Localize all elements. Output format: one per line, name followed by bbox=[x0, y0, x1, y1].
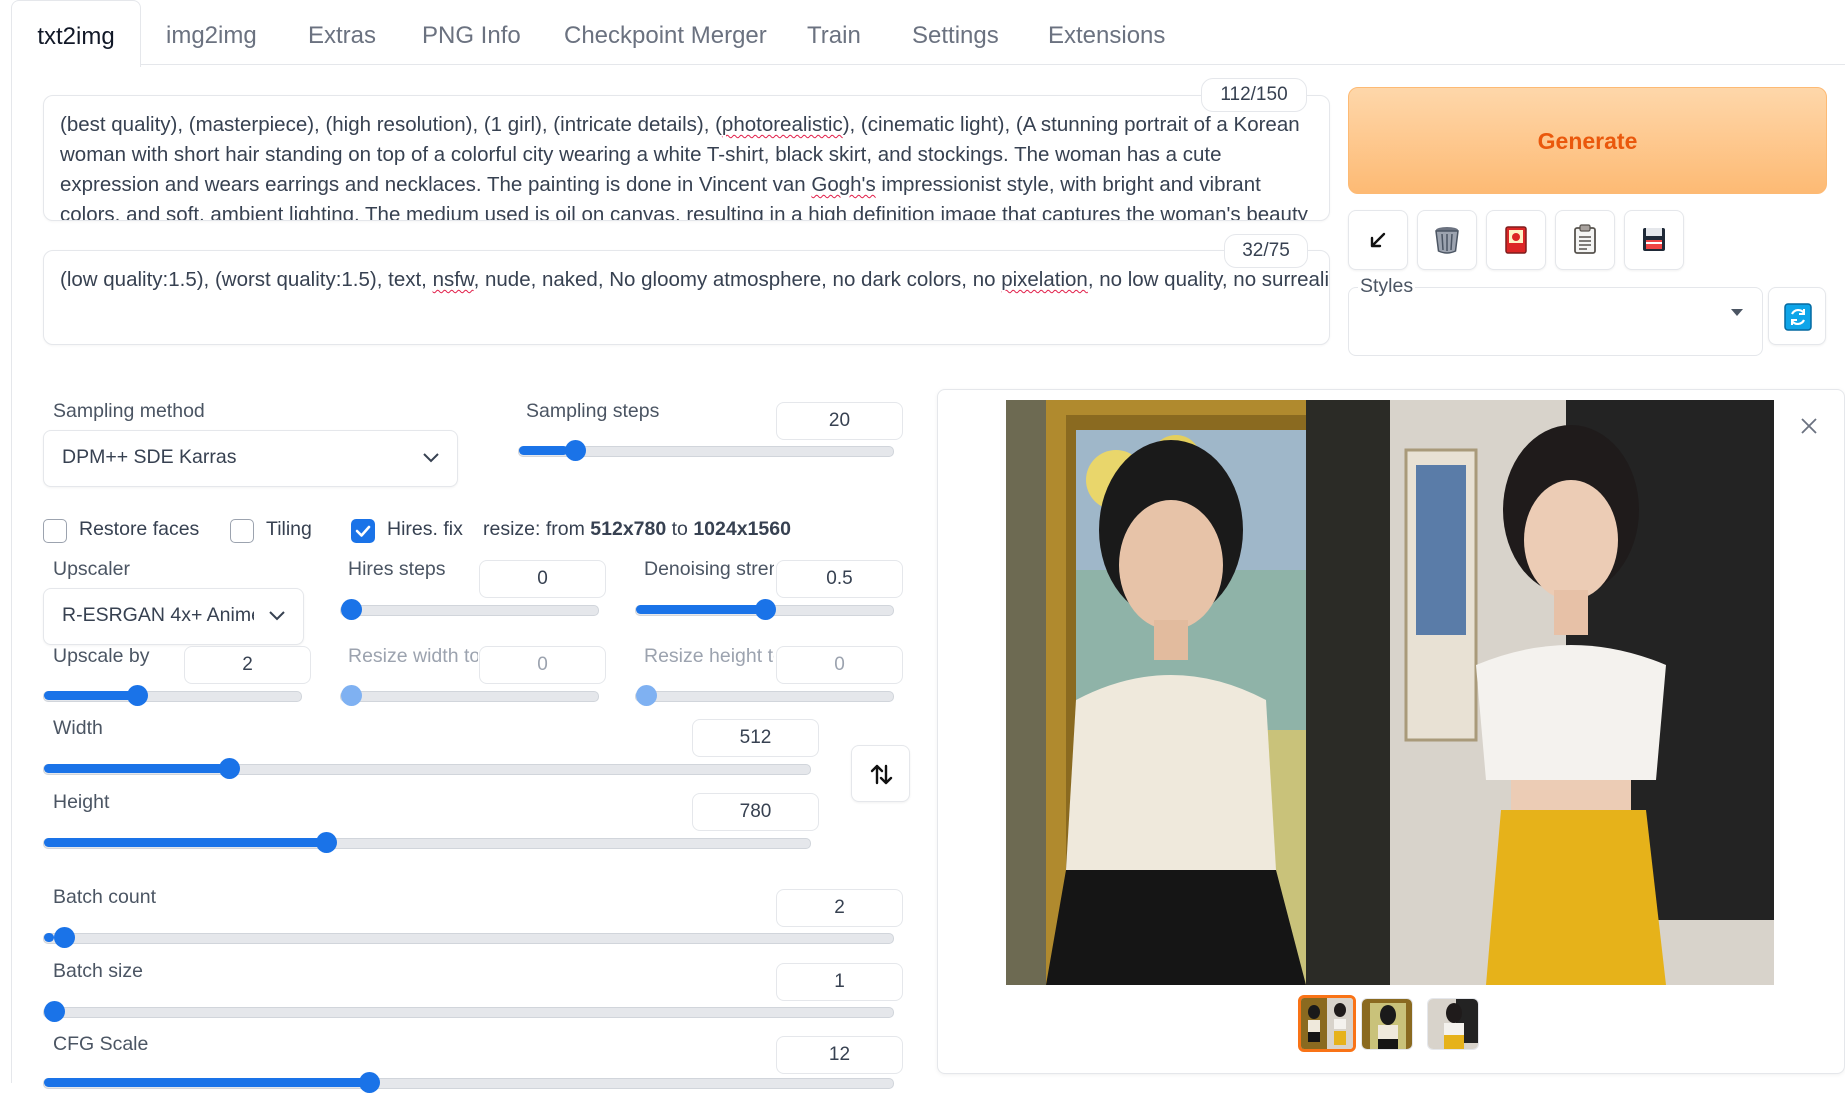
floppy-disk-icon bbox=[1643, 228, 1665, 251]
sampling-steps-slider[interactable] bbox=[518, 440, 894, 461]
sampling-steps-input[interactable]: 20 bbox=[776, 402, 903, 440]
restore-faces-label: Restore faces bbox=[79, 518, 200, 540]
tab-checkpoint-merger[interactable]: Checkpoint Merger bbox=[564, 0, 767, 66]
panel-border bbox=[11, 64, 12, 1083]
gallery-thumbnail[interactable] bbox=[1361, 998, 1413, 1050]
clear-prompt-button[interactable] bbox=[1417, 210, 1477, 270]
resize-height-label: Resize height to bbox=[644, 645, 774, 667]
width-input[interactable]: 512 bbox=[692, 719, 819, 757]
batch-size-label: Batch size bbox=[53, 960, 143, 982]
save-style-button[interactable] bbox=[1624, 210, 1684, 270]
denoising-strength-slider[interactable] bbox=[635, 599, 894, 620]
tiling-label: Tiling bbox=[266, 518, 312, 540]
tab-train[interactable]: Train bbox=[807, 0, 861, 66]
negative-token-counter: 32/75 bbox=[1224, 234, 1308, 268]
prompt-token-counter: 112/150 bbox=[1201, 78, 1307, 112]
clipboard-icon bbox=[1574, 224, 1596, 254]
batch-size-slider[interactable] bbox=[43, 1001, 894, 1022]
thumbnail-image bbox=[1301, 998, 1353, 1049]
negative-prompt-text: (low quality:1.5), (worst quality:1.5), … bbox=[60, 268, 1330, 291]
tab-extras[interactable]: Extras bbox=[308, 0, 376, 66]
height-slider[interactable] bbox=[43, 832, 811, 853]
generated-grid-image bbox=[1006, 400, 1774, 985]
chevron-down-icon bbox=[423, 453, 439, 463]
gallery-thumbnail[interactable] bbox=[1298, 995, 1356, 1052]
resize-height-slider[interactable] bbox=[635, 685, 894, 706]
resize-info: resize: from 512x780 to 1024x1560 bbox=[483, 518, 791, 540]
upscaler-value: R-ESRGAN 4x+ Anime bbox=[62, 604, 254, 626]
refresh-styles-button[interactable] bbox=[1768, 287, 1826, 345]
prompt-input[interactable]: (best quality), (masterpiece), (high res… bbox=[43, 95, 1330, 221]
refresh-icon bbox=[1784, 303, 1812, 331]
tab-settings[interactable]: Settings bbox=[912, 0, 999, 66]
card-icon bbox=[1505, 226, 1527, 254]
tab-png-info[interactable]: PNG Info bbox=[422, 0, 521, 66]
tab-extensions[interactable]: Extensions bbox=[1048, 0, 1165, 66]
arrow-icon bbox=[1370, 232, 1386, 248]
sampling-method-dropdown[interactable]: DPM++ SDE Karras bbox=[43, 430, 458, 487]
close-icon[interactable] bbox=[1797, 414, 1821, 438]
cfg-scale-input[interactable]: 12 bbox=[776, 1036, 903, 1074]
trash-icon bbox=[1435, 227, 1459, 254]
denoising-strength-label: Denoising strength bbox=[644, 558, 774, 580]
tiling-checkbox[interactable] bbox=[230, 519, 254, 543]
resize-height-input[interactable]: 0 bbox=[776, 646, 903, 684]
sampling-method-value: DPM++ SDE Karras bbox=[62, 446, 237, 468]
swap-dimensions-button[interactable] bbox=[851, 745, 910, 802]
hires-fix-label: Hires. fix bbox=[387, 518, 463, 540]
chevron-down-icon bbox=[1731, 309, 1743, 316]
width-slider[interactable] bbox=[43, 758, 811, 779]
batch-count-input[interactable]: 2 bbox=[776, 889, 903, 927]
swap-icon bbox=[870, 764, 893, 785]
denoising-strength-input[interactable]: 0.5 bbox=[776, 560, 903, 598]
generate-button[interactable]: Generate bbox=[1348, 87, 1827, 194]
read-params-button[interactable] bbox=[1348, 210, 1408, 270]
upscaler-dropdown[interactable]: R-ESRGAN 4x+ Anime bbox=[43, 588, 304, 645]
batch-count-label: Batch count bbox=[53, 886, 156, 908]
upscale-by-slider[interactable] bbox=[43, 685, 302, 706]
height-input[interactable]: 780 bbox=[692, 793, 819, 831]
sampling-steps-label: Sampling steps bbox=[526, 400, 660, 422]
extra-networks-button[interactable] bbox=[1486, 210, 1546, 270]
resize-width-slider[interactable] bbox=[340, 685, 599, 706]
hires-steps-input[interactable]: 0 bbox=[479, 560, 606, 598]
cfg-scale-slider[interactable] bbox=[43, 1072, 894, 1093]
hires-fix-checkbox[interactable] bbox=[351, 519, 375, 543]
thumbnail-image bbox=[1362, 999, 1412, 1049]
height-label: Height bbox=[53, 791, 110, 813]
restore-faces-checkbox[interactable] bbox=[43, 519, 67, 543]
sampling-method-label: Sampling method bbox=[53, 400, 205, 422]
prompt-text: (best quality), (masterpiece), (high res… bbox=[60, 113, 1308, 221]
resize-width-label: Resize width to bbox=[348, 645, 478, 667]
thumbnail-image bbox=[1428, 999, 1478, 1049]
gallery-thumbnail[interactable] bbox=[1427, 998, 1479, 1050]
tab-img2img[interactable]: img2img bbox=[166, 0, 257, 66]
width-label: Width bbox=[53, 717, 103, 739]
resize-width-input[interactable]: 0 bbox=[479, 646, 606, 684]
check-icon bbox=[355, 525, 371, 537]
cfg-scale-label: CFG Scale bbox=[53, 1033, 149, 1055]
upscaler-label: Upscaler bbox=[53, 558, 130, 580]
negative-prompt-input[interactable]: (low quality:1.5), (worst quality:1.5), … bbox=[43, 250, 1330, 345]
preview-image[interactable] bbox=[1006, 400, 1774, 985]
batch-count-slider[interactable] bbox=[43, 927, 894, 948]
hires-steps-label: Hires steps bbox=[348, 558, 446, 580]
styles-label: Styles bbox=[1358, 275, 1416, 298]
tab-txt2img[interactable]: txt2img bbox=[11, 0, 141, 67]
batch-size-input[interactable]: 1 bbox=[776, 963, 903, 1001]
hires-steps-slider[interactable] bbox=[340, 599, 599, 620]
upscale-by-label: Upscale by bbox=[53, 645, 150, 667]
paste-clipboard-button[interactable] bbox=[1555, 210, 1615, 270]
upscale-by-input[interactable]: 2 bbox=[184, 646, 311, 684]
chevron-down-icon bbox=[269, 611, 285, 621]
